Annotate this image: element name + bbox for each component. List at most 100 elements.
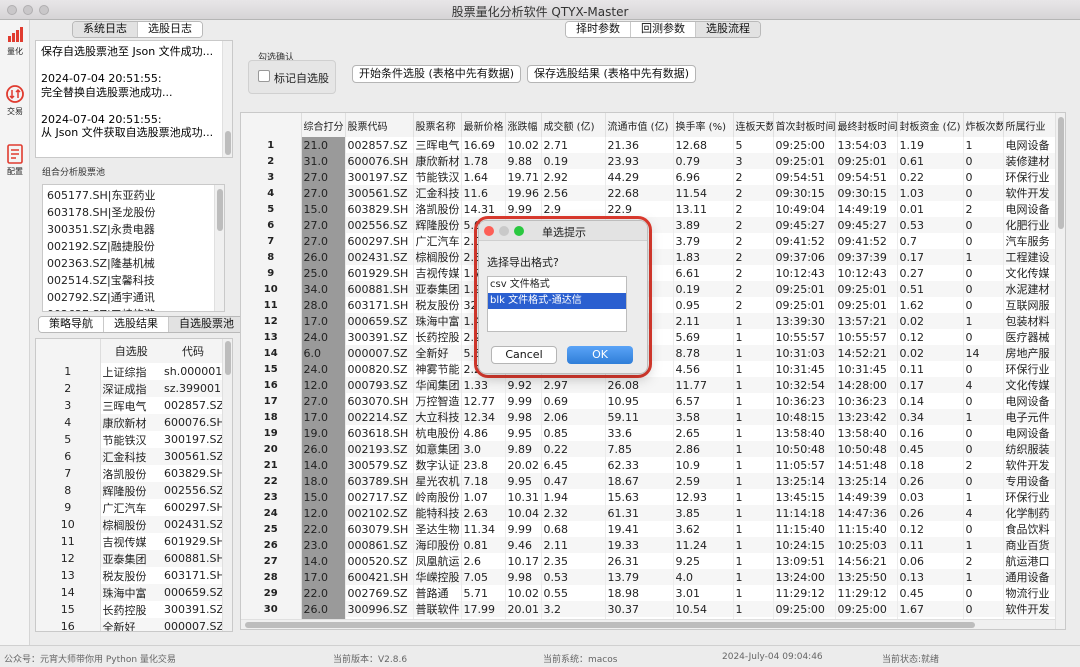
watchlist-row[interactable]: 1 上证综指 sh.000001 bbox=[36, 363, 224, 380]
results-cell: 2 bbox=[733, 233, 774, 249]
results-row[interactable]: 26 23.0 000861.SZ 海印股份 0.81 9.46 2.11 19.33 11.2… bbox=[241, 537, 1058, 553]
tab-timing-params[interactable]: 择时参数 bbox=[566, 22, 631, 37]
results-cell: 0 bbox=[963, 393, 1004, 409]
pool-list-item[interactable]: 002792.SZ|通宇通讯 bbox=[47, 289, 220, 306]
results-cell: 0 bbox=[963, 169, 1004, 185]
results-cell: 1 bbox=[733, 393, 774, 409]
sidebar-item-trade[interactable]: 交易 bbox=[2, 84, 28, 117]
tab-strategy-nav[interactable]: 策略导航 bbox=[39, 317, 104, 332]
results-row[interactable]: 17 27.0 603070.SH 万控智造 12.77 9.99 0.69 10.95 6.5… bbox=[241, 393, 1058, 409]
results-cell: 13:24:00 bbox=[773, 569, 836, 585]
results-row[interactable]: 24 12.0 002102.SZ 能特科技 2.63 10.04 2.32 61.31 3.8… bbox=[241, 505, 1058, 521]
tab-watchlist[interactable]: 自选股票池 bbox=[169, 317, 244, 332]
results-row[interactable]: 23 15.0 002717.SZ 岭南股份 1.07 10.31 1.94 15.63 12.… bbox=[241, 489, 1058, 505]
results-row[interactable]: 19 19.0 603618.SH 杭电股份 4.86 9.95 0.85 33.6 2.65 1… bbox=[241, 425, 1058, 441]
sidebar-item-config[interactable]: 配置 bbox=[2, 144, 28, 177]
watchlist-row[interactable]: 7 洛凯股份 603829.SH bbox=[36, 465, 224, 482]
watchlist-row[interactable]: 15 长药控股 300391.SZ bbox=[36, 601, 224, 618]
results-cell: 2.63 bbox=[461, 505, 506, 521]
results-cell: 12.0 bbox=[301, 505, 346, 521]
mark-watchlist-checkbox[interactable] bbox=[258, 70, 270, 82]
pool-list-item[interactable]: 603178.SH|圣龙股份 bbox=[47, 204, 220, 221]
pool-list-item[interactable]: 300351.SZ|永贵电器 bbox=[47, 221, 220, 238]
dialog-titlebar: 单选提示 bbox=[479, 221, 647, 241]
group-pool-list[interactable]: 605177.SH|东亚药业 603178.SH|圣龙股份 300351.SZ|永贵… bbox=[42, 184, 225, 312]
results-cell: 603079.SH bbox=[345, 521, 414, 537]
results-row[interactable]: 29 22.0 002769.SZ 普路通 5.71 10.02 0.55 18.98 3.01… bbox=[241, 585, 1058, 601]
results-cell: 棕榈股份 bbox=[413, 249, 462, 265]
results-row[interactable]: 25 22.0 603079.SH 圣达生物 11.34 9.99 0.68 19.41 3.6… bbox=[241, 521, 1058, 537]
log-scrollbar[interactable] bbox=[222, 41, 232, 157]
watchlist-code: sz.399001 bbox=[164, 382, 221, 395]
results-cell: 09:37:39 bbox=[835, 249, 898, 265]
watchlist-scrollbar[interactable] bbox=[222, 339, 232, 631]
results-cell: 如意集团 bbox=[413, 441, 462, 457]
results-row[interactable]: 5 15.0 603829.SH 洛凯股份 14.31 9.99 2.9 22.9 13.11 2… bbox=[241, 201, 1058, 217]
start-selection-button[interactable]: 开始条件选股 (表格中先有数据) bbox=[352, 65, 522, 83]
results-row[interactable]: 3 27.0 300197.SZ 节能铁汉 1.64 19.71 2.92 44.29 6.96… bbox=[241, 169, 1058, 185]
results-row[interactable]: 1 21.0 002857.SZ 三晖电气 16.69 10.02 2.71 21.36 12.… bbox=[241, 137, 1058, 153]
results-cell: 1 bbox=[733, 313, 774, 329]
watchlist-row[interactable]: 3 三晖电气 002857.SZ bbox=[36, 397, 224, 414]
results-row[interactable]: 21 14.0 300579.SZ 数字认证 23.8 20.02 6.45 62.33 10.… bbox=[241, 457, 1058, 473]
pool-list-item[interactable]: 002363.SZ|隆基机械 bbox=[47, 255, 220, 272]
tab-selection-log[interactable]: 选股日志 bbox=[138, 22, 202, 37]
mark-watchlist-label: 标记自选股 bbox=[274, 72, 329, 85]
results-cell: 3.62 bbox=[673, 521, 734, 537]
pool-list-item[interactable]: 002192.SZ|融捷股份 bbox=[47, 238, 220, 255]
results-cell: 09:25:01 bbox=[773, 153, 836, 169]
watchlist-row[interactable]: 12 亚泰集团 600881.SH bbox=[36, 550, 224, 567]
pool-scrollbar[interactable] bbox=[214, 185, 224, 311]
results-cell: 22.0 bbox=[301, 521, 346, 537]
results-row[interactable]: 16 12.0 000793.SZ 华闻集团 1.33 9.92 2.97 26.08 11.7… bbox=[241, 377, 1058, 393]
watchlist-row[interactable]: 16 全新好 000007.SZ bbox=[36, 618, 224, 632]
ok-button[interactable]: OK bbox=[567, 346, 633, 364]
watchlist-row[interactable]: 9 广汇汽车 600297.SH bbox=[36, 499, 224, 516]
watchlist-row[interactable]: 6 汇金科技 300561.SZ bbox=[36, 448, 224, 465]
results-row[interactable]: 28 17.0 600421.SH 华嵘控股 7.05 9.98 0.53 13.79 4.0 1… bbox=[241, 569, 1058, 585]
results-cell: 环保行业 bbox=[1003, 361, 1058, 377]
tab-backtest-params[interactable]: 回测参数 bbox=[631, 22, 696, 37]
results-cell: 603789.SH bbox=[345, 473, 414, 489]
results-column-header: 成交额 (亿) bbox=[541, 113, 606, 137]
pool-list-item[interactable]: 605177.SH|东亚药业 bbox=[47, 187, 220, 204]
format-listbox[interactable]: csv 文件格式 blk 文件格式-通达信 bbox=[487, 276, 627, 332]
format-option-csv[interactable]: csv 文件格式 bbox=[488, 277, 626, 293]
watchlist-row[interactable]: 13 税友股份 603171.SH bbox=[36, 567, 224, 584]
results-row[interactable]: 30 26.0 300996.SZ 普联软件 17.99 20.01 3.2 30.37 10.… bbox=[241, 601, 1058, 617]
results-row[interactable]: 2 31.0 600076.SH 康欣新材 1.78 9.88 0.19 23.93 0.79 3… bbox=[241, 153, 1058, 169]
tab-selection-flow[interactable]: 选股流程 bbox=[696, 22, 760, 37]
cancel-button[interactable]: Cancel bbox=[491, 346, 557, 364]
results-cell: 11:29:12 bbox=[773, 585, 836, 601]
watchlist-row[interactable]: 2 深证成指 sz.399001 bbox=[36, 380, 224, 397]
results-cell: 11.6 bbox=[461, 185, 506, 201]
watchlist-row[interactable]: 14 珠海中富 000659.SZ bbox=[36, 584, 224, 601]
save-results-button[interactable]: 保存选股结果 (表格中先有数据) bbox=[527, 65, 697, 83]
results-hscrollbar[interactable] bbox=[241, 619, 1055, 629]
results-cell: 26.0 bbox=[301, 441, 346, 457]
watchlist-row[interactable]: 5 节能铁汉 300197.SZ bbox=[36, 431, 224, 448]
results-row[interactable]: 20 26.0 002193.SZ 如意集团 3.0 9.89 0.22 7.85 2.86 1 1… bbox=[241, 441, 1058, 457]
pool-list-item[interactable]: 002514.SZ|宝馨科技 bbox=[47, 272, 220, 289]
tab-system-log[interactable]: 系统日志 bbox=[73, 22, 138, 37]
watchlist-row[interactable]: 10 棕榈股份 002431.SZ bbox=[36, 516, 224, 533]
results-cell: 1 bbox=[963, 569, 1004, 585]
tab-selection-results[interactable]: 选股结果 bbox=[104, 317, 169, 332]
results-row[interactable]: 27 14.0 000520.SZ 凤凰航运 2.6 10.17 2.35 26.31 9.25… bbox=[241, 553, 1058, 569]
results-cell: 1.83 bbox=[673, 249, 734, 265]
row-number: 18 bbox=[241, 409, 302, 425]
results-row[interactable]: 22 18.0 603789.SH 星光农机 7.18 9.95 0.47 18.67 2.59… bbox=[241, 473, 1058, 489]
results-row[interactable]: 18 17.0 002214.SZ 大立科技 12.34 9.98 2.06 59.11 3.5… bbox=[241, 409, 1058, 425]
results-column-header: 股票名称 bbox=[413, 113, 462, 137]
pool-list-item[interactable]: 002627.SZ|三峡旅游 bbox=[47, 306, 220, 311]
watchlist-row[interactable]: 4 康欣新材 600076.SH bbox=[36, 414, 224, 431]
watchlist-row[interactable]: 11 吉视传媒 601929.SH bbox=[36, 533, 224, 550]
watchlist-code: 000007.SZ bbox=[164, 620, 224, 632]
results-cell: 0.19 bbox=[673, 281, 734, 297]
results-cell: 0.45 bbox=[897, 585, 964, 601]
results-scrollbar[interactable] bbox=[1055, 113, 1065, 629]
watchlist-row[interactable]: 8 辉隆股份 002556.SZ bbox=[36, 482, 224, 499]
results-row[interactable]: 4 27.0 300561.SZ 汇金科技 11.6 19.96 2.56 22.68 11.5… bbox=[241, 185, 1058, 201]
sidebar-item-quant[interactable]: 量化 bbox=[2, 26, 28, 57]
format-option-blk[interactable]: blk 文件格式-通达信 bbox=[488, 293, 626, 309]
